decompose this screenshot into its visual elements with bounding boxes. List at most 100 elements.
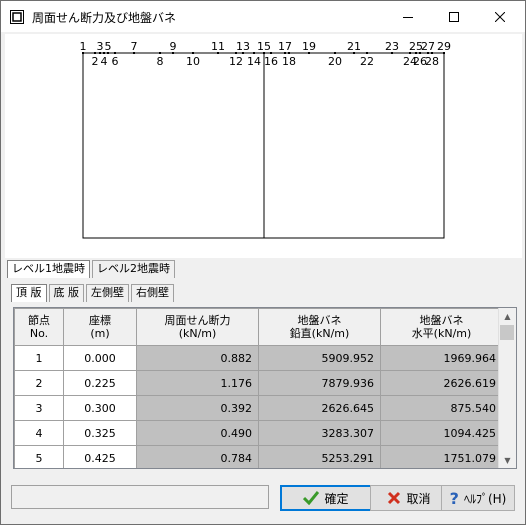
- table-cell[interactable]: 0.225: [63, 370, 137, 396]
- node-label-top: 19: [302, 40, 316, 53]
- node-marker: [431, 52, 433, 54]
- column-header-line: No.: [29, 327, 49, 340]
- scroll-down-icon[interactable]: ▼: [499, 452, 516, 468]
- node-label-top: 7: [131, 40, 138, 53]
- table-cell: 5909.952: [258, 345, 381, 371]
- column-header-line: 地盤バネ: [297, 314, 342, 327]
- frame-diagram-svg: 1 3 5 7 9 11 13 15 17 19 21 23 2527 292 4 6 8 10 12 14 16 18 2…: [80, 40, 451, 239]
- node-label-bottom: 10: [186, 55, 200, 68]
- node-label-top: 23: [385, 40, 399, 53]
- node-label-top: 17: [278, 40, 292, 53]
- table-row[interactable]: 3 0.300 0.392 2626.645 875.540: [14, 395, 503, 421]
- node-marker: [235, 52, 237, 54]
- column-header-line: (m): [90, 327, 110, 340]
- node-marker: [94, 52, 96, 54]
- node-marker: [270, 52, 272, 54]
- table-cell: 1751.079: [380, 445, 503, 468]
- table-cell[interactable]: 0.425: [63, 445, 137, 468]
- table-cell[interactable]: 5: [14, 445, 64, 468]
- node-label-top: 3: [97, 40, 104, 53]
- node-marker: [103, 52, 105, 54]
- column-header-0: 節点 No.: [14, 308, 64, 346]
- node-label-bottom: 22: [360, 55, 374, 68]
- part-tab-1[interactable]: 底 版: [48, 284, 84, 302]
- node-label-bottom: 16: [264, 55, 278, 68]
- table-cell[interactable]: 0.000: [63, 345, 137, 371]
- cancel-label: 取消: [406, 491, 431, 506]
- node-label-top: 9: [170, 40, 177, 53]
- table-cell[interactable]: 0.325: [63, 420, 137, 446]
- table-cell: 7879.936: [258, 370, 381, 396]
- close-button[interactable]: [477, 1, 523, 32]
- minimize-button[interactable]: [385, 1, 431, 32]
- window-title: 周面せん断力及び地盤バネ: [32, 11, 177, 25]
- confirm-button[interactable]: 確定: [280, 485, 372, 511]
- table-cell: 1094.425: [380, 420, 503, 446]
- node-label-bottom: 12: [229, 55, 243, 68]
- column-header-line: 節点: [28, 314, 50, 327]
- column-header-line: (kN/m): [178, 327, 217, 340]
- table-cell[interactable]: 2: [14, 370, 64, 396]
- table-cell[interactable]: 1: [14, 345, 64, 371]
- close-icon: [495, 11, 505, 22]
- column-header-1: 座標 (m): [63, 308, 137, 346]
- node-label-top: 1: [80, 40, 87, 53]
- level-tab-0[interactable]: レベル1地震時: [7, 260, 90, 278]
- cross-icon: [388, 491, 401, 505]
- title-bar[interactable]: 周面せん断力及び地盤バネ: [1, 1, 525, 32]
- table-cell[interactable]: 3: [14, 395, 64, 421]
- results-grid[interactable]: 節点 No. 座標 (m) 周面せん断力 (kN/m) 地盤バネ 鉛直(kN/m) 地盤バネ 水平…: [13, 307, 517, 469]
- node-label-bottom: 20: [328, 55, 342, 68]
- table-cell: 0.392: [136, 395, 259, 421]
- column-header-4: 地盤バネ 水平(kN/m): [380, 308, 503, 346]
- part-tab-strip: 頂 版底 版左側壁 右側壁: [11, 284, 176, 302]
- table-row[interactable]: 5 0.425 0.784 5253.291 1751.079: [14, 445, 503, 468]
- help-button[interactable]: ? ﾍﾙﾌﾟ(H): [441, 485, 515, 511]
- minimize-icon: [403, 16, 413, 18]
- part-tab-2[interactable]: 左側壁: [86, 284, 129, 302]
- node-label-bottom: 2: [92, 55, 99, 68]
- table-cell: 5253.291: [258, 445, 381, 468]
- table-cell: 0.882: [136, 345, 259, 371]
- part-tab-3[interactable]: 右側壁: [131, 284, 174, 302]
- node-label-bottom: 28: [425, 55, 439, 68]
- scroll-up-icon[interactable]: ▲: [499, 308, 516, 324]
- table-row[interactable]: 4 0.325 0.490 3283.307 1094.425: [14, 420, 503, 446]
- table-cell: 875.540: [380, 395, 503, 421]
- node-marker: [366, 52, 368, 54]
- level-tab-1[interactable]: レベル2地震時: [92, 260, 175, 278]
- column-header-line: 地盤バネ: [419, 314, 464, 327]
- table-cell[interactable]: 4: [14, 420, 64, 446]
- vertical-scrollbar[interactable]: ▲ ▼: [498, 308, 516, 468]
- confirm-label: 確定: [324, 491, 349, 506]
- node-marker: [192, 52, 194, 54]
- checkmark-icon: [303, 491, 320, 505]
- table-row[interactable]: 1 0.000 0.882 5909.952 1969.964: [14, 345, 503, 371]
- node-label-top: 11: [211, 40, 225, 53]
- cancel-button[interactable]: 取消: [370, 485, 448, 511]
- results-table: 節点 No. 座標 (m) 周面せん断力 (kN/m) 地盤バネ 鉛直(kN/m) 地盤バネ 水平…: [14, 308, 503, 468]
- node-marker: [419, 52, 421, 54]
- table-cell[interactable]: 0.300: [63, 395, 137, 421]
- node-label-bottom: 6: [112, 55, 119, 68]
- node-label-top: 21: [347, 40, 361, 53]
- question-icon: ?: [449, 488, 459, 508]
- table-cell: 1.176: [136, 370, 259, 396]
- column-header-line: 水平(kN/m): [411, 327, 472, 340]
- node-marker: [159, 52, 161, 54]
- table-row[interactable]: 2 0.225 1.176 7879.936 2626.619: [14, 370, 503, 396]
- part-tab-0[interactable]: 頂 版: [11, 284, 47, 302]
- maximize-icon: [449, 11, 459, 22]
- table-cell: 2626.645: [258, 395, 381, 421]
- table-cell: 1969.964: [380, 345, 503, 371]
- maximize-button[interactable]: [431, 1, 477, 32]
- node-marker: [288, 52, 290, 54]
- table-cell: 0.490: [136, 420, 259, 446]
- node-label-top: 5: [105, 40, 112, 53]
- column-header-2: 周面せん断力 (kN/m): [136, 308, 259, 346]
- node-marker: [409, 52, 411, 54]
- node-marker: [114, 52, 116, 54]
- node-label-bottom: 8: [157, 55, 164, 68]
- scroll-thumb[interactable]: [500, 325, 514, 340]
- node-marker: [253, 52, 255, 54]
